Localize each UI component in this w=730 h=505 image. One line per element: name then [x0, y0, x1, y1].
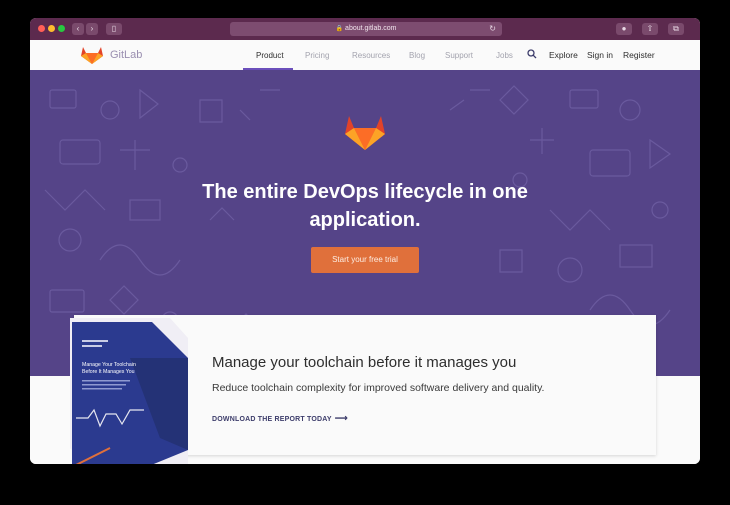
forward-button[interactable]: › [86, 23, 98, 35]
address-bar[interactable]: 🔒 about.gitlab.com ↻ [230, 22, 502, 36]
browser-window: ‹ › ▯ 🔒 about.gitlab.com ↻ ● ⇧ ⧉ GitLab P… [30, 18, 700, 464]
nav-register[interactable]: Register [623, 50, 655, 60]
hero-title-line-1: The entire DevOps lifecycle in one [202, 181, 528, 203]
downloads-button[interactable]: ● [616, 23, 632, 35]
book-title-line-1: Manage Your Toolchain [82, 362, 136, 368]
url-text: about.gitlab.com [345, 25, 397, 32]
share-icon: ⇧ [646, 24, 654, 33]
tabs-button[interactable]: ⧉ [668, 23, 684, 35]
sidebar-icon: ▯ [111, 24, 117, 33]
download-report-link[interactable]: DOWNLOAD THE REPORT TODAY ⟶ [212, 413, 348, 424]
download-icon: ● [621, 24, 627, 33]
sidebar-toggle-button[interactable]: ▯ [106, 23, 122, 35]
site-navbar: GitLab Product Pricing Resources Blog Su… [30, 40, 700, 71]
search-icon[interactable] [527, 49, 537, 59]
nav-resources[interactable]: Resources [352, 51, 390, 60]
nav-product[interactable]: Product [256, 51, 284, 60]
promo-subtitle: Reduce toolchain complexity for improved… [212, 382, 545, 394]
book-title-line-2: Before It Manages You [82, 369, 135, 375]
download-report-label: DOWNLOAD THE REPORT TODAY [212, 416, 332, 423]
nav-support[interactable]: Support [445, 51, 473, 60]
lock-icon: 🔒 [335, 26, 344, 32]
nav-pricing[interactable]: Pricing [305, 51, 329, 60]
browser-toolbar: ‹ › ▯ 🔒 about.gitlab.com ↻ ● ⇧ ⧉ [30, 18, 700, 40]
share-button[interactable]: ⇧ [642, 23, 658, 35]
back-button[interactable]: ‹ [72, 23, 84, 35]
nav-blog[interactable]: Blog [409, 51, 425, 60]
gitlab-logo-icon[interactable] [80, 45, 104, 65]
nav-explore[interactable]: Explore [549, 50, 578, 60]
tabs-icon: ⧉ [673, 24, 679, 33]
close-window-button[interactable] [38, 25, 45, 32]
hero-title: The entire DevOps lifecycle in one appli… [165, 178, 565, 234]
brand-name[interactable]: GitLab [110, 49, 142, 61]
hero-title-line-2: application. [309, 209, 421, 231]
nav-sign-in[interactable]: Sign in [587, 50, 613, 60]
minimize-window-button[interactable] [48, 25, 55, 32]
chevron-right-icon: › [90, 24, 94, 33]
promo-title: Manage your toolchain before it manages … [212, 354, 517, 371]
nav-jobs[interactable]: Jobs [496, 51, 513, 60]
report-book-image[interactable]: Manage Your Toolchain Before It Manages … [70, 318, 188, 464]
zoom-window-button[interactable] [58, 25, 65, 32]
arrow-right-icon: ⟶ [334, 413, 348, 423]
gitlab-hero-logo-icon [345, 116, 385, 150]
chevron-left-icon: ‹ [76, 24, 80, 33]
start-free-trial-button[interactable]: Start your free trial [311, 247, 419, 273]
reload-icon[interactable]: ↻ [489, 22, 496, 36]
